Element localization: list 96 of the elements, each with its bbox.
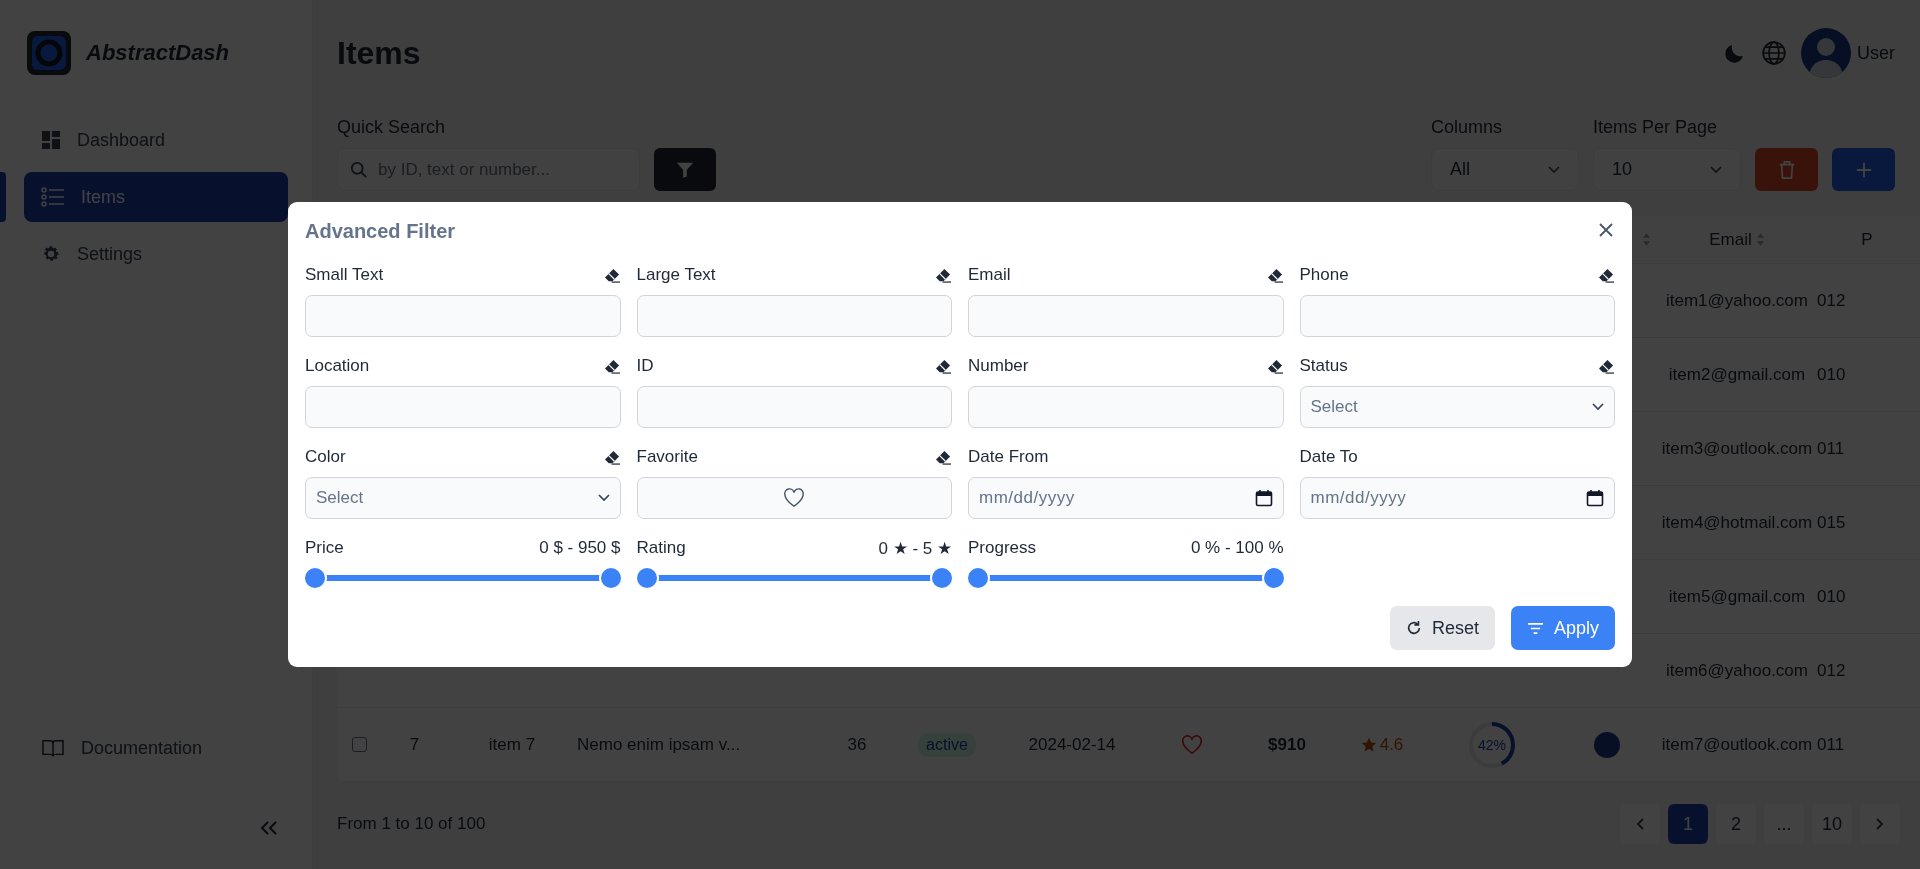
range-slider[interactable] [303,566,623,590]
filter-lines-icon [1526,621,1544,635]
refresh-icon [1405,620,1422,636]
select-field[interactable]: Select [305,477,621,519]
slider-thumb[interactable] [932,568,952,588]
range-value: 0 ★ - 5 ★ [878,537,952,559]
eraser-icon [935,358,952,374]
table-cell: 010 [1817,364,1846,385]
field-label: Color [305,447,346,467]
close-icon [1598,222,1614,238]
field-label: Favorite [636,447,698,467]
clear-button[interactable] [603,267,621,283]
table-cell: Nemo enim ipsam v... [577,734,741,755]
table-cell: item7@outlook.com [1661,734,1813,755]
field-label: ID [636,356,654,376]
eraser-icon [935,267,952,283]
chevron-down-icon [1592,403,1604,411]
brand-name: AbstractDash [86,40,230,66]
clear-button[interactable] [935,449,952,465]
slider-thumb[interactable] [1263,568,1284,588]
chevron-down-icon [597,494,610,502]
text-input[interactable] [636,295,952,337]
field-label: Rating [636,538,686,558]
date-placeholder: mm/dd/yyyy [979,488,1075,508]
eraser-icon [603,449,621,465]
range-value: 0 $ - 950 $ [539,538,621,558]
field-label: Email [968,265,1011,285]
favorite-toggle[interactable] [636,477,952,519]
table-cell: item1@yahoo.com [1666,290,1808,311]
select-placeholder: Select [316,488,364,508]
field-label: Price [305,538,344,558]
eraser-icon [1598,358,1615,374]
reset-button[interactable]: Reset [1389,606,1495,650]
field-label: Date From [968,447,1049,467]
table-cell: 015 [1817,512,1846,533]
apply-button[interactable]: Apply [1510,606,1615,650]
date-input[interactable]: mm/dd/yyyy [968,477,1284,519]
dialog-title: Advanced Filter [305,219,456,243]
eraser-icon [1266,267,1284,283]
table-cell: item3@outlook.com [1661,438,1813,459]
select-placeholder: Select [1310,397,1358,417]
table-cell: $910 [1268,734,1306,755]
text-input[interactable] [305,295,621,337]
close-button[interactable] [1598,222,1614,238]
field-label: Status [1299,356,1348,376]
eraser-icon [935,449,952,465]
date-placeholder: mm/dd/yyyy [1310,488,1407,508]
text-input[interactable] [305,386,621,428]
table-cell: 011 [1817,734,1845,755]
clear-button[interactable] [935,267,952,283]
table-cell: item6@yahoo.com [1666,660,1808,681]
eraser-icon [1266,358,1284,374]
table-cell: 010 [1817,586,1846,607]
slider-thumb[interactable] [636,568,657,588]
select-field[interactable]: Select [1299,386,1615,428]
text-input[interactable] [968,386,1284,428]
clear-button[interactable] [935,358,952,374]
eraser-icon [603,358,621,374]
field-label: Location [305,356,370,376]
table-cell: 012 [1817,290,1846,311]
table-cell: 7 [409,734,420,755]
date-input[interactable]: mm/dd/yyyy [1299,477,1615,519]
table-cell: item4@hotmail.com [1661,512,1813,533]
field-label: Phone [1299,265,1349,285]
clear-button[interactable] [1598,358,1615,374]
table-cell: item5@gmail.com [1668,586,1806,607]
table-cell: 36 [847,734,867,755]
text-input[interactable] [636,386,952,428]
text-input[interactable] [1299,295,1615,337]
clear-button[interactable] [1266,358,1284,374]
eraser-icon [603,267,621,283]
table-cell: item2@gmail.com [1668,364,1806,385]
field-label: Large Text [636,265,716,285]
field-label: Date To [1299,447,1358,467]
field-label: Small Text [305,265,384,285]
progress-label: 42% [1478,736,1506,753]
text-input[interactable] [968,295,1284,337]
range-value: 0 % - 100 % [1190,538,1284,558]
eraser-icon [1598,267,1615,283]
slider-thumb[interactable] [600,568,621,588]
table-cell: 2024-02-14 [1028,734,1116,755]
clear-button[interactable] [603,358,621,374]
field-label: Progress [968,538,1037,558]
range-slider[interactable] [634,566,954,590]
clear-button[interactable] [1266,267,1284,283]
table-cell: 012 [1817,660,1846,681]
table-cell: 011 [1817,438,1845,459]
field-label: Number [968,356,1029,376]
slider-thumb[interactable] [968,568,988,588]
table-cell: item 7 [488,734,536,755]
range-slider[interactable] [966,566,1286,590]
slider-thumb[interactable] [305,568,325,588]
clear-button[interactable] [603,449,621,465]
clear-button[interactable] [1598,267,1615,283]
calendar-icon [1254,489,1273,507]
calendar-icon [1586,489,1604,507]
